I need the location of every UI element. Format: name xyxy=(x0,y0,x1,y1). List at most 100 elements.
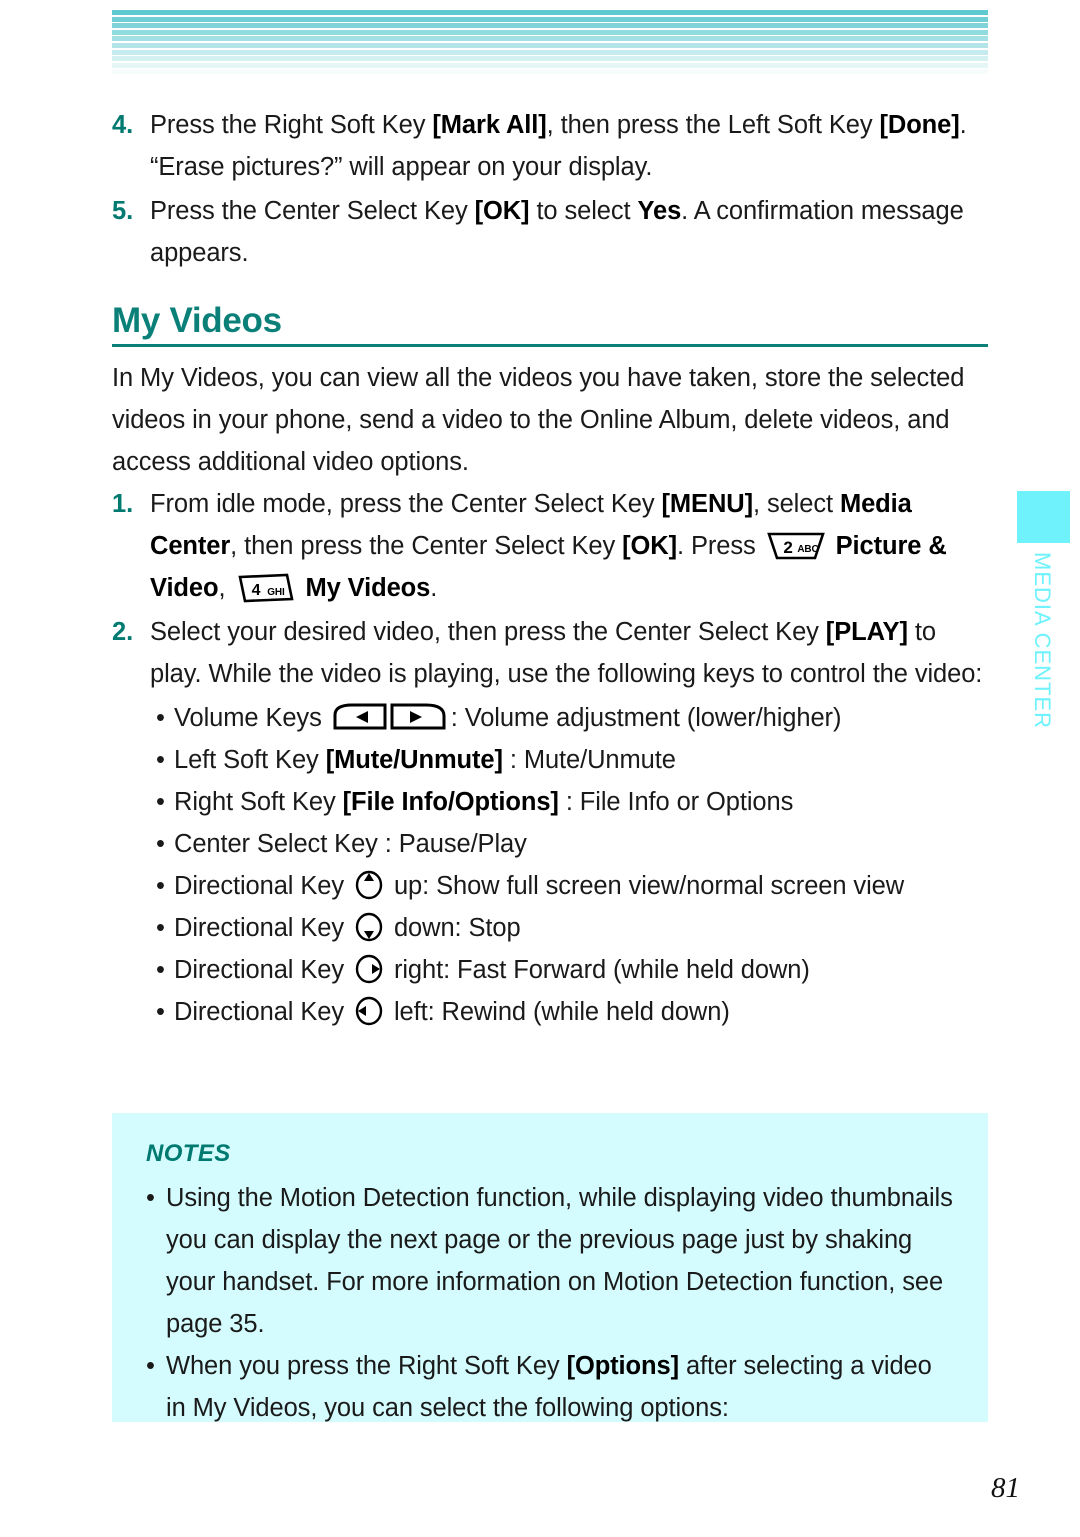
list-item-text: Right Soft Key [File Info/Options] : Fil… xyxy=(174,788,793,816)
header-stripe xyxy=(112,69,988,75)
page-number: 81 xyxy=(991,1472,1020,1504)
body-text: Press the Center Select Key xyxy=(150,197,475,225)
decorative-header-stripes xyxy=(112,10,988,82)
step-text: From idle mode, press the Center Select … xyxy=(150,483,988,609)
body-text: Volume Keys xyxy=(174,704,329,732)
list-item: • Directional Key right: Fast Forward (wh… xyxy=(156,949,988,991)
body-text: : Volume adjustment (lower/higher) xyxy=(450,704,842,732)
page-content: 4. Press the Right Soft Key [Mark All], t… xyxy=(112,104,988,1033)
body-text: Directional Key xyxy=(174,872,351,900)
key-controls-list: • Volume Keys : Volume adjustment (lower/… xyxy=(112,697,988,1033)
body-text: right: Fast Forward (while held down) xyxy=(386,956,810,984)
list-item: • Right Soft Key [File Info/Options] : Fi… xyxy=(156,781,988,823)
emphasis-text: [Done] xyxy=(879,111,960,139)
body-text: Using the Motion Detection function, whi… xyxy=(166,1184,953,1338)
body-text: Directional Key xyxy=(174,998,351,1026)
body-text: : Mute/Unmute xyxy=(502,746,676,774)
bullet-dot-icon: • xyxy=(146,1352,155,1380)
volume-keys-icon xyxy=(332,701,448,733)
emphasis-text: [MENU] xyxy=(661,490,754,518)
page-title: My Videos xyxy=(112,301,282,340)
dpad-down-icon xyxy=(354,912,384,942)
body-text: Left Soft Key xyxy=(174,746,326,774)
numbered-step: 5. Press the Center Select Key [OK] to se… xyxy=(112,190,988,274)
emphasis-text: [Options] xyxy=(566,1352,680,1380)
emphasis-text: My Videos xyxy=(305,574,431,602)
step-text: Select your desired video, then press th… xyxy=(150,611,988,695)
body-text: to select xyxy=(529,197,638,225)
notes-title: NOTES xyxy=(146,1140,231,1167)
emphasis-text: Yes xyxy=(637,197,682,225)
list-item-text: Directional Key left: Rewind (while held… xyxy=(174,996,730,1026)
step-number: 1. xyxy=(112,490,134,518)
note-item: • When you press the Right Soft Key [Opti… xyxy=(146,1345,954,1429)
body-text: , then press the Left Soft Key xyxy=(546,111,880,139)
svg-text:2: 2 xyxy=(783,538,792,557)
list-item: • Directional Key down: Stop xyxy=(156,907,988,949)
notes-callout: NOTES • Using the Motion Detection functi… xyxy=(112,1113,988,1422)
svg-text:ABC: ABC xyxy=(797,544,818,555)
bullet-dot-icon: • xyxy=(156,788,165,816)
header-stripe xyxy=(112,56,988,62)
header-stripe xyxy=(112,76,988,81)
list-item-text: Center Select Key : Pause/Play xyxy=(174,830,527,858)
body-text: down: Stop xyxy=(386,914,521,942)
step-text: Press the Right Soft Key [Mark All], the… xyxy=(150,104,988,188)
list-item: • Directional Key left: Rewind (while hel… xyxy=(156,991,988,1033)
bullet-dot-icon: • xyxy=(146,1184,155,1212)
body-text: Center Select Key : Pause/Play xyxy=(174,830,527,858)
dpad-right-icon xyxy=(354,954,384,984)
header-stripe xyxy=(112,62,988,68)
note-item-text: Using the Motion Detection function, whi… xyxy=(166,1184,953,1338)
list-item-text: Left Soft Key [Mute/Unmute] : Mute/Unmut… xyxy=(174,746,676,774)
manual-page: 4. Press the Right Soft Key [Mark All], t… xyxy=(0,0,1080,1537)
side-tab-marker xyxy=(1017,491,1070,543)
emphasis-text: [OK] xyxy=(622,532,677,560)
dpad-up-icon xyxy=(354,870,384,900)
body-text: From idle mode, press the Center Select … xyxy=(150,490,662,518)
steps-main: 1. From idle mode, press the Center Selec… xyxy=(112,483,988,695)
list-item: • Center Select Key : Pause/Play xyxy=(156,823,988,865)
notes-items: • Using the Motion Detection function, wh… xyxy=(146,1177,954,1429)
side-tab-label: MEDIA CENTER xyxy=(1030,552,1055,730)
bullet-dot-icon: • xyxy=(156,830,165,858)
emphasis-text: [File Info/Options] xyxy=(342,788,559,816)
step-number: 4. xyxy=(112,111,134,139)
bullet-dot-icon: • xyxy=(156,998,165,1026)
key-2-abc-icon: 2 ABC xyxy=(766,530,826,562)
header-stripe xyxy=(112,49,988,55)
header-stripe xyxy=(112,10,621,15)
body-text: When you press the Right Soft Key xyxy=(166,1352,567,1380)
bullet-dot-icon: • xyxy=(156,914,165,942)
header-stripe xyxy=(112,23,988,29)
numbered-step: 1. From idle mode, press the Center Selec… xyxy=(112,483,988,609)
body-text: . xyxy=(430,574,438,602)
list-item: • Volume Keys : Volume adjustment (lower/… xyxy=(156,697,988,739)
numbered-step: 2. Select your desired video, then press … xyxy=(112,611,988,695)
list-item-text: Directional Key down: Stop xyxy=(174,912,521,942)
bullet-dot-icon: • xyxy=(156,704,165,732)
list-item: • Directional Key up: Show full screen vi… xyxy=(156,865,988,907)
body-text: left: Rewind (while held down) xyxy=(386,998,730,1026)
header-stripe xyxy=(112,29,988,35)
svg-text:GHI: GHI xyxy=(268,587,286,598)
numbered-step: 4. Press the Right Soft Key [Mark All], t… xyxy=(112,104,988,188)
step-number: 2. xyxy=(112,618,134,646)
body-text: . Press xyxy=(676,532,763,560)
key-4-ghi-icon: 4 GHI xyxy=(235,572,295,604)
emphasis-text: [PLAY] xyxy=(825,618,908,646)
body-text: up: Show full screen view/normal screen … xyxy=(386,872,905,900)
body-text: , xyxy=(218,574,233,602)
body-text: Press the Right Soft Key xyxy=(150,111,433,139)
body-text: Directional Key xyxy=(174,956,351,984)
body-text: , then press the Center Select Key xyxy=(230,532,623,560)
bullet-dot-icon: • xyxy=(156,956,165,984)
note-item-text: When you press the Right Soft Key [Optio… xyxy=(166,1352,932,1422)
list-item: • Left Soft Key [Mute/Unmute] : Mute/Unmu… xyxy=(156,739,988,781)
header-stripe xyxy=(112,16,988,22)
dpad-left-icon xyxy=(354,996,384,1026)
emphasis-text: [Mute/Unmute] xyxy=(325,746,503,774)
emphasis-text: [Mark All] xyxy=(432,111,547,139)
svg-text:4: 4 xyxy=(252,582,261,599)
body-text: Select your desired video, then press th… xyxy=(150,618,826,646)
